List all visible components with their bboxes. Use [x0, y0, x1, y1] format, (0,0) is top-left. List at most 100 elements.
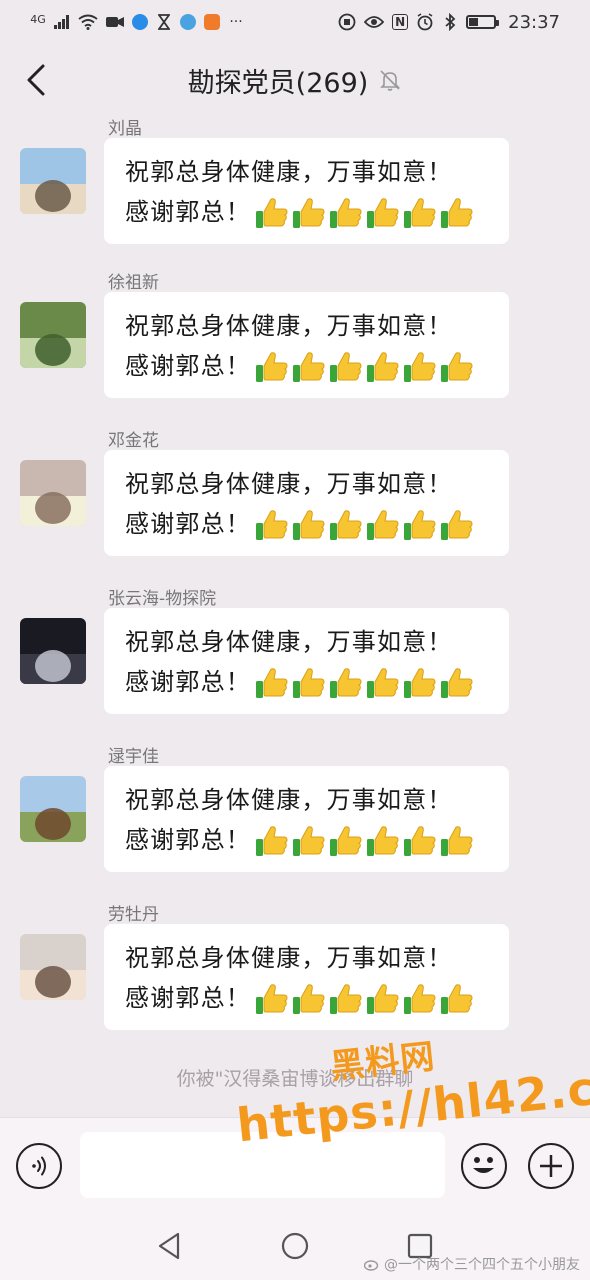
- message-text-line: 祝郭总身体健康，万事如意！: [125, 786, 453, 814]
- thumbs-up-icon: [292, 508, 326, 542]
- message-text: 感谢郭总！: [125, 510, 251, 538]
- thumbs-up-icon: [255, 666, 289, 700]
- message-text-line: 感谢郭总！: [125, 346, 509, 386]
- nav-back-button[interactable]: [154, 1230, 186, 1262]
- status-left: 4G ···: [30, 13, 244, 31]
- alarm-icon: [416, 13, 434, 31]
- sender-name: 劳牡丹: [108, 905, 159, 925]
- thumbs-up-icon: [329, 666, 363, 700]
- status-right: N 23:37: [338, 12, 560, 33]
- thumbs-up-icon: [366, 196, 400, 230]
- thumbs-up-icon: [292, 824, 326, 858]
- thumbs-up-icon: [403, 196, 437, 230]
- circle-home-icon: [281, 1232, 309, 1260]
- wifi-icon: [78, 13, 98, 31]
- message-text-line: 祝郭总身体健康，万事如意！: [125, 470, 453, 498]
- thumbs-up-icon: [255, 508, 289, 542]
- back-arrow-icon: [27, 64, 45, 96]
- battery-icon: [466, 15, 500, 29]
- message-text-line: 感谢郭总！: [125, 504, 509, 544]
- message-bubble[interactable]: 祝郭总身体健康，万事如意！ 感谢郭总！: [104, 292, 509, 398]
- sender-name: 刘晶: [108, 119, 142, 139]
- thumbs-up-icon: [403, 350, 437, 384]
- message-item[interactable]: 邓金花 祝郭总身体健康，万事如意！ 感谢郭总！: [0, 426, 590, 556]
- thumbs-up-icon: [255, 824, 289, 858]
- thumbs-up-icon: [440, 196, 474, 230]
- message-text-line: 祝郭总身体健康，万事如意！: [125, 312, 453, 340]
- thumbs-up-icon: [366, 350, 400, 384]
- signal-icon: [54, 13, 70, 31]
- emoji-button[interactable]: [461, 1143, 507, 1189]
- weibo-icon: [364, 1260, 379, 1271]
- status-bar: 4G ··· N 23:37: [0, 0, 590, 44]
- avatar[interactable]: [20, 302, 86, 368]
- avatar[interactable]: [20, 934, 86, 1000]
- message-item[interactable]: 逯宇佳祝郭总身体健康，万事如意！ 感谢郭总！: [0, 742, 590, 872]
- avatar[interactable]: [20, 148, 86, 214]
- thumbs-up-icon: [403, 508, 437, 542]
- title-wrap[interactable]: 勘探党员(269): [188, 61, 403, 100]
- nav-home-button[interactable]: [279, 1230, 311, 1262]
- thumbs-up-icon: [329, 508, 363, 542]
- thumbs-up-icon: [366, 982, 400, 1016]
- message-bubble[interactable]: 祝郭总身体健康，万事如意！ 感谢郭总！: [104, 138, 509, 244]
- thumbs-up-icon: [255, 196, 289, 230]
- thumbs-up-emoji-group: [255, 196, 474, 230]
- thumbs-up-emoji-group: [255, 350, 474, 384]
- title-bar: 勘探党员(269): [0, 44, 590, 116]
- credit: @一个两个三个四个五个小朋友: [364, 1254, 580, 1274]
- avatar[interactable]: [20, 776, 86, 842]
- group-title: 勘探党员(269): [187, 67, 369, 99]
- message-item[interactable]: 张云海-物探院 祝郭总身体健康，万事如意！ 感谢郭总！: [0, 584, 590, 714]
- sender-name: 逯宇佳: [108, 747, 159, 767]
- thumbs-up-icon: [255, 350, 289, 384]
- message-item[interactable]: 徐祖新祝郭总身体健康，万事如意！ 感谢郭总！: [0, 268, 590, 398]
- voice-icon: [32, 1156, 46, 1176]
- message-input[interactable]: [80, 1132, 445, 1198]
- message-list[interactable]: 刘晶 祝郭总身体健康，万事如意！ 感谢郭总！ 徐祖新 祝郭总身体健康，万事如意！ 感谢郭总…: [0, 116, 590, 1116]
- plus-icon: [540, 1155, 562, 1177]
- triangle-back-icon: [158, 1232, 180, 1260]
- thumbs-up-emoji-group: [255, 508, 474, 542]
- message-text: 感谢郭总！: [125, 984, 251, 1012]
- thumbs-up-emoji-group: [255, 666, 474, 700]
- message-text-line: 祝郭总身体健康，万事如意！: [125, 158, 453, 186]
- bluetooth-icon: [442, 13, 458, 31]
- thumbs-up-icon: [292, 982, 326, 1016]
- smiley-icon: [473, 1157, 494, 1173]
- message-text-line: 感谢郭总！: [125, 192, 509, 232]
- message-bubble[interactable]: 祝郭总身体健康，万事如意！ 感谢郭总！: [104, 766, 509, 872]
- sender-name: 徐祖新: [108, 273, 159, 293]
- message-item[interactable]: 劳牡丹祝郭总身体健康，万事如意！ 感谢郭总！: [0, 900, 590, 1030]
- message-text-line: 感谢郭总！: [125, 662, 509, 702]
- avatar[interactable]: [20, 618, 86, 684]
- message-text: 感谢郭总！: [125, 668, 251, 696]
- credit-text: @一个两个三个四个五个小朋友: [384, 1257, 580, 1273]
- message-text-line: 祝郭总身体健康，万事如意！: [125, 944, 453, 972]
- system-notice: 你被"汉得桑宙博谈移出群聊: [176, 1068, 414, 1090]
- thumbs-up-icon: [440, 350, 474, 384]
- video-app-icon: [106, 13, 124, 31]
- message-bubble[interactable]: 祝郭总身体健康，万事如意！ 感谢郭总！: [104, 924, 509, 1030]
- thumbs-up-icon: [329, 982, 363, 1016]
- thumbs-up-icon: [292, 350, 326, 384]
- avatar[interactable]: [20, 460, 86, 526]
- message-item[interactable]: 刘晶祝郭总身体健康，万事如意！ 感谢郭总！: [0, 116, 590, 244]
- clock: 23:37: [508, 11, 560, 33]
- message-bubble[interactable]: 祝郭总身体健康，万事如意！ 感谢郭总！: [104, 450, 509, 556]
- message-text-line: 祝郭总身体健康，万事如意！: [125, 628, 453, 656]
- thumbs-up-icon: [329, 196, 363, 230]
- thumbs-up-emoji-group: [255, 982, 474, 1016]
- thumbs-up-icon: [440, 824, 474, 858]
- more-notifications-icon: ···: [229, 14, 243, 30]
- back-button[interactable]: [18, 62, 54, 98]
- message-bubble[interactable]: 祝郭总身体健康，万事如意！ 感谢郭总！: [104, 608, 509, 714]
- thumbs-up-icon: [292, 196, 326, 230]
- message-text: 感谢郭总！: [125, 826, 251, 854]
- voice-button[interactable]: [16, 1143, 62, 1189]
- thumbs-up-icon: [440, 508, 474, 542]
- message-text: 感谢郭总！: [125, 198, 251, 226]
- more-actions-button[interactable]: [528, 1143, 574, 1189]
- thumbs-up-icon: [403, 666, 437, 700]
- thumbs-up-icon: [329, 824, 363, 858]
